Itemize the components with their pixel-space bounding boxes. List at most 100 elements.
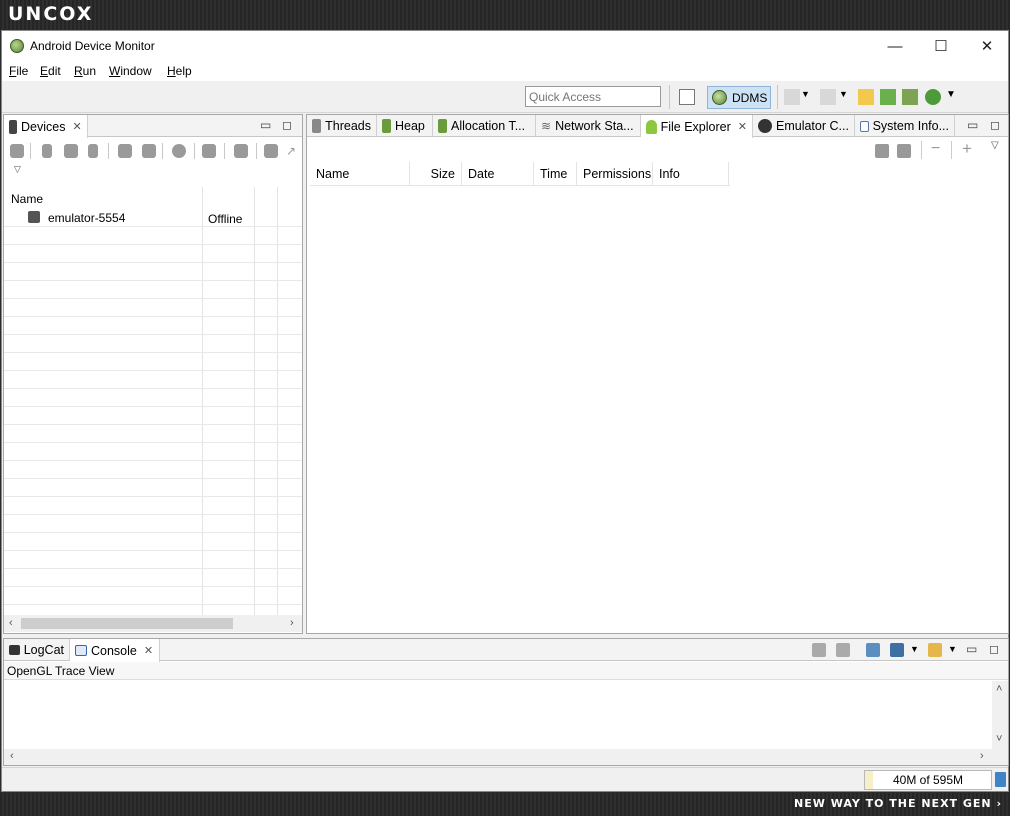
minimize-view-icon[interactable]: ▭ [967, 118, 978, 132]
scroll-up-icon[interactable]: ˄ [996, 683, 1002, 695]
systrace-icon[interactable] [264, 144, 278, 158]
bottom-tabstrip: LogCat Console ✕ ▼ ▼ ▭ ◻ [4, 639, 1008, 662]
pin-console-icon[interactable] [866, 643, 880, 657]
chevron-down-icon[interactable]: ▼ [801, 89, 810, 105]
close-icon[interactable]: ✕ [738, 120, 747, 133]
scroll-down-icon[interactable]: ˅ [996, 733, 1002, 745]
heap-status-label: 40M of 595M [892, 773, 964, 787]
tab-file-explorer[interactable]: File Explorer ✕ [641, 115, 753, 138]
tab-heap[interactable]: Heap [377, 115, 433, 137]
close-button[interactable]: ✕ [964, 31, 1010, 61]
column-time[interactable]: Time [534, 162, 577, 186]
menu-file[interactable]: File [9, 64, 28, 78]
camera-icon[interactable] [202, 144, 216, 158]
bottom-banner: NEW WAY TO THE NEXT GEN › [0, 793, 1010, 816]
tab-threads[interactable]: Threads [307, 115, 377, 137]
maximize-view-icon[interactable]: ◻ [282, 118, 292, 132]
debug-icon[interactable] [10, 144, 24, 158]
chevron-down-icon[interactable]: ▼ [910, 644, 919, 654]
menu-help[interactable]: Help [167, 64, 192, 78]
minimize-view-icon[interactable]: ▭ [260, 118, 271, 132]
push-file-icon[interactable] [897, 144, 911, 158]
table-row [4, 281, 302, 299]
tab-network-statistics[interactable]: ≋ Network Sta... [536, 115, 641, 137]
menu-window[interactable]: Window [109, 64, 152, 78]
pull-file-icon[interactable] [875, 144, 889, 158]
devices-tabstrip: Devices ✕ ▭ ◻ [4, 115, 302, 138]
clear-console-icon[interactable] [812, 643, 826, 657]
column-info[interactable]: Info [653, 162, 729, 186]
update-threads-icon[interactable] [118, 144, 132, 158]
console-output[interactable] [4, 681, 992, 749]
run-icon[interactable] [925, 89, 941, 105]
tab-system-information[interactable]: System Info... [855, 115, 955, 137]
quick-access-input[interactable] [525, 86, 661, 107]
tab-emulator-control[interactable]: Emulator C... [753, 115, 855, 137]
device-row[interactable]: emulator-5554 Offline [4, 209, 302, 227]
scroll-right-icon[interactable]: › [290, 617, 294, 629]
tab-console[interactable]: Console ✕ [70, 639, 160, 662]
tab-devices[interactable]: Devices ✕ [4, 115, 88, 138]
devices-table-header: Name [4, 187, 302, 209]
ddms-perspective-button[interactable]: DDMS [707, 86, 771, 109]
view-menu-icon[interactable]: ▽ [14, 164, 21, 175]
update-heap-icon[interactable] [42, 144, 52, 158]
maximize-view-icon[interactable]: ◻ [990, 118, 1000, 132]
open-perspective-icon[interactable] [679, 89, 695, 105]
scroll-left-icon[interactable]: ‹ [9, 617, 13, 629]
dump-hprof-icon[interactable] [858, 89, 874, 105]
table-row [4, 299, 302, 317]
battery-icon[interactable] [902, 89, 918, 105]
maximize-view-icon[interactable]: ◻ [989, 642, 999, 656]
opengl-trace-icon[interactable]: ↗ [286, 144, 298, 158]
console-h-scrollbar[interactable]: ‹ › [4, 749, 1008, 765]
open-console-icon[interactable] [928, 643, 942, 657]
table-row [4, 245, 302, 263]
devices-h-scrollbar[interactable]: ‹ › [4, 615, 302, 632]
export-icon[interactable] [820, 89, 836, 105]
download-icon[interactable] [880, 89, 896, 105]
chevron-down-icon[interactable]: ▼ [946, 89, 956, 105]
maximize-button[interactable]: ☐ [918, 31, 964, 61]
gc-icon[interactable] [88, 144, 98, 158]
minimize-button[interactable]: — [872, 31, 918, 61]
stop-icon[interactable] [172, 144, 186, 158]
column-name: Name [11, 192, 44, 206]
toolbar-separator [777, 85, 778, 109]
import-icon[interactable] [784, 89, 800, 105]
column-name[interactable]: Name [310, 162, 410, 186]
display-console-icon[interactable] [890, 643, 904, 657]
console-v-scrollbar[interactable]: ˄ ˅ [992, 681, 1008, 749]
trash-icon[interactable] [995, 772, 1006, 787]
status-bar: 40M of 595M [2, 767, 1008, 791]
scroll-right-icon[interactable]: › [980, 750, 984, 762]
scroll-left-icon[interactable]: ‹ [10, 750, 14, 762]
toolbar-separator [669, 85, 670, 109]
delete-icon[interactable]: − [931, 140, 940, 158]
chevron-down-icon[interactable]: ▼ [948, 644, 957, 654]
toolbar-separator [951, 141, 952, 159]
column-date[interactable]: Date [462, 162, 534, 186]
view-menu-icon[interactable]: ▽ [991, 140, 999, 151]
scroll-lock-icon[interactable] [836, 643, 850, 657]
system-info-icon [860, 120, 869, 132]
menu-edit[interactable]: Edit [40, 64, 61, 78]
menu-bar: File Edit Run Window Help [2, 61, 1008, 81]
new-folder-icon[interactable]: + [962, 139, 972, 159]
column-permissions[interactable]: Permissions [577, 162, 653, 186]
minimize-view-icon[interactable]: ▭ [966, 642, 977, 656]
close-icon[interactable]: ✕ [144, 644, 153, 657]
tab-logcat[interactable]: LogCat [4, 639, 70, 661]
scroll-thumb[interactable] [21, 618, 233, 629]
menu-run[interactable]: Run [74, 64, 96, 78]
table-row [4, 461, 302, 479]
dump-heap-icon[interactable] [64, 144, 78, 158]
chevron-down-icon[interactable]: ▼ [839, 89, 848, 105]
dump-view-icon[interactable] [234, 144, 248, 158]
column-size[interactable]: Size [410, 162, 462, 186]
tab-allocation-tracker[interactable]: Allocation T... [433, 115, 536, 137]
method-profiling-icon[interactable] [142, 144, 156, 158]
close-icon[interactable]: ✕ [72, 120, 81, 133]
logcat-icon [9, 645, 20, 655]
heap-status[interactable]: 40M of 595M [864, 770, 992, 790]
